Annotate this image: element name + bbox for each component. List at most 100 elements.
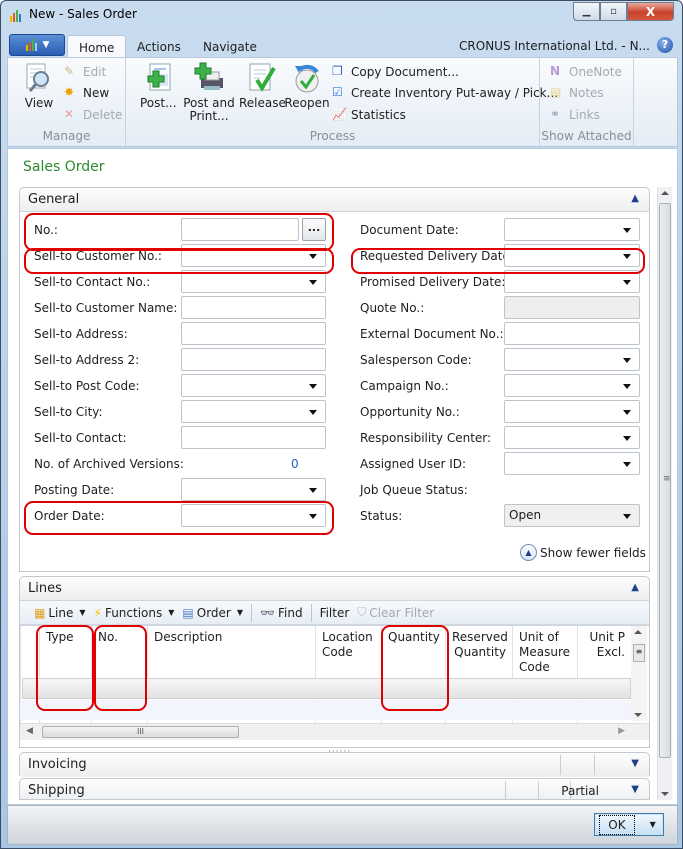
grid-horizontal-scrollbar[interactable]: ◀ III ▶ [20, 723, 649, 740]
collapse-chevron-up-icon[interactable]: ▲ [631, 582, 639, 593]
page-title: Sales Order [23, 159, 105, 175]
post-and-print-button[interactable]: Post and Print... [181, 62, 237, 123]
lines-header[interactable]: Lines ▲ [20, 577, 649, 601]
expand-chevron-down-icon[interactable]: ▼ [631, 784, 639, 795]
notes-button[interactable]: ▤ Notes [550, 85, 604, 101]
sell-to-post-code-input[interactable] [181, 374, 326, 397]
shipping-header[interactable]: Shipping Partial ▼ [20, 779, 649, 799]
maximize-button[interactable]: ▫ [600, 2, 627, 21]
copy-document-button[interactable]: ❐ Copy Document... [332, 64, 459, 80]
company-name: CRONUS International Ltd. - N... [459, 39, 650, 53]
sell-to-address-input[interactable] [181, 322, 326, 345]
links-button[interactable]: ⚭ Links [550, 107, 600, 123]
external-document-no-input[interactable] [504, 322, 640, 345]
filter-button[interactable]: Filter [320, 606, 350, 620]
create-inventory-button[interactable]: ☑ Create Inventory Put-away / Pick... [332, 85, 558, 101]
scroll-down-icon[interactable] [661, 792, 669, 796]
new-button[interactable]: ✸ New [64, 85, 109, 101]
field-row-sell-to-customer-no: Sell-to Customer No.: [34, 244, 162, 268]
status-input[interactable]: Open [504, 504, 640, 527]
field-row-sell-to-post-code: Sell-to Post Code: [34, 374, 140, 398]
line-menu-button[interactable]: ▦ Line ▼ [34, 606, 86, 620]
document-date-input[interactable] [504, 218, 640, 241]
release-button[interactable]: Release [239, 62, 286, 110]
lines-title: Lines [28, 581, 62, 596]
promised-delivery-date-input[interactable] [504, 270, 640, 293]
delete-button[interactable]: ✕ Delete [64, 107, 122, 123]
expand-chevron-down-icon[interactable]: ▼ [631, 758, 639, 769]
archived-versions-value[interactable]: 0 [291, 457, 299, 471]
chevron-down-icon[interactable]: ▼ [650, 820, 656, 829]
order-menu-button[interactable]: ▤ Order ▼ [182, 606, 243, 620]
field-label: Sell-to City: [34, 405, 103, 419]
sell-to-customer-name-input[interactable] [181, 296, 326, 319]
page-vscroll-thumb[interactable]: ≡ [659, 203, 671, 758]
opportunity-no-input[interactable] [504, 400, 640, 423]
sell-to-customer-no-input[interactable] [181, 244, 326, 267]
application-menu-button[interactable]: ▼ [9, 34, 65, 56]
window-title: New - Sales Order [29, 7, 137, 21]
edit-label: Edit [83, 65, 107, 79]
scroll-up-icon[interactable] [661, 191, 669, 195]
page-vertical-scrollbar[interactable]: ≡ [657, 187, 672, 800]
clear-filter-button[interactable]: ⛉ Clear Filter [357, 605, 434, 620]
scroll-left-icon[interactable]: ◀ [26, 726, 33, 736]
general-header[interactable]: General ▲ [20, 188, 649, 212]
lightning-icon: ⚡ [93, 605, 102, 620]
salesperson-code-input[interactable] [504, 348, 640, 371]
line-label: Line [48, 605, 74, 620]
scroll-up-icon[interactable] [634, 630, 642, 634]
sell-to-address-2-input[interactable] [181, 348, 326, 371]
sell-to-contact-no-input[interactable] [181, 270, 326, 293]
scroll-right-icon[interactable]: ▶ [618, 726, 625, 736]
order-date-input[interactable] [181, 504, 326, 527]
posting-date-input[interactable] [181, 478, 326, 501]
field-label: Document Date: [360, 223, 459, 237]
toolbar-separator [310, 603, 312, 622]
grid-vscroll-thumb[interactable]: ≡ [633, 644, 645, 662]
campaign-no-input[interactable] [504, 374, 640, 397]
no-input[interactable] [181, 218, 299, 241]
field-label: Order Date: [34, 509, 105, 523]
lookup-ellipsis-button[interactable]: ... [302, 218, 326, 241]
invoicing-header[interactable]: Invoicing ▼ [20, 753, 649, 777]
field-row-sell-to-customer-name: Sell-to Customer Name: [34, 296, 177, 320]
table-row-selected[interactable] [22, 678, 631, 699]
reopen-button[interactable]: Reopen [284, 62, 330, 110]
collapse-chevron-up-icon[interactable]: ▲ [631, 193, 639, 204]
onenote-button[interactable]: N OneNote [550, 64, 622, 80]
assigned-user-id-input[interactable] [504, 452, 640, 475]
tab-home[interactable]: Home [67, 35, 127, 58]
field-row-campaign-no: Campaign No.: [360, 374, 449, 398]
group-manage: View ✎ Edit ✸ New ✕ Delete Manage [8, 58, 126, 146]
functions-menu-button[interactable]: ⚡ Functions ▼ [94, 606, 175, 620]
invoicing-title: Invoicing [28, 757, 87, 772]
close-button[interactable]: X [627, 2, 674, 21]
tab-actions[interactable]: Actions [126, 35, 192, 58]
grid-hscroll-thumb[interactable]: III [42, 726, 239, 738]
edit-button[interactable]: ✎ Edit [64, 64, 106, 80]
sell-to-city-input[interactable] [181, 400, 326, 423]
find-button[interactable]: 👓 Find [260, 606, 303, 620]
responsibility-center-input[interactable] [504, 426, 640, 449]
tab-navigate[interactable]: Navigate [192, 35, 268, 58]
show-fewer-fields-button[interactable]: ▲ Show fewer fields [520, 544, 646, 561]
sales-order-window: New - Sales Order ▁ ▫ X ▼ Home Actions N… [0, 0, 683, 849]
help-icon[interactable]: ? [657, 37, 673, 53]
ok-button[interactable]: OK ▼ [594, 813, 664, 836]
field-label: Campaign No.: [360, 379, 449, 393]
statistics-button[interactable]: 📈 Statistics [332, 107, 406, 123]
chevron-down-icon: ▼ [236, 608, 244, 617]
field-row-sell-to-city: Sell-to City: [34, 400, 103, 424]
notes-label: Notes [569, 86, 604, 100]
post-button[interactable]: Post... [140, 62, 177, 110]
grid-vertical-scrollbar[interactable]: ≡ [631, 626, 647, 721]
post-label: Post... [140, 96, 177, 110]
view-button[interactable]: View [16, 62, 62, 110]
sell-to-contact-input[interactable] [181, 426, 326, 449]
scroll-down-icon[interactable] [634, 713, 642, 717]
field-label: Assigned User ID: [360, 457, 467, 471]
requested-delivery-date-input[interactable] [504, 244, 640, 267]
table-row-new[interactable] [20, 700, 631, 720]
minimize-button[interactable]: ▁ [573, 2, 600, 21]
